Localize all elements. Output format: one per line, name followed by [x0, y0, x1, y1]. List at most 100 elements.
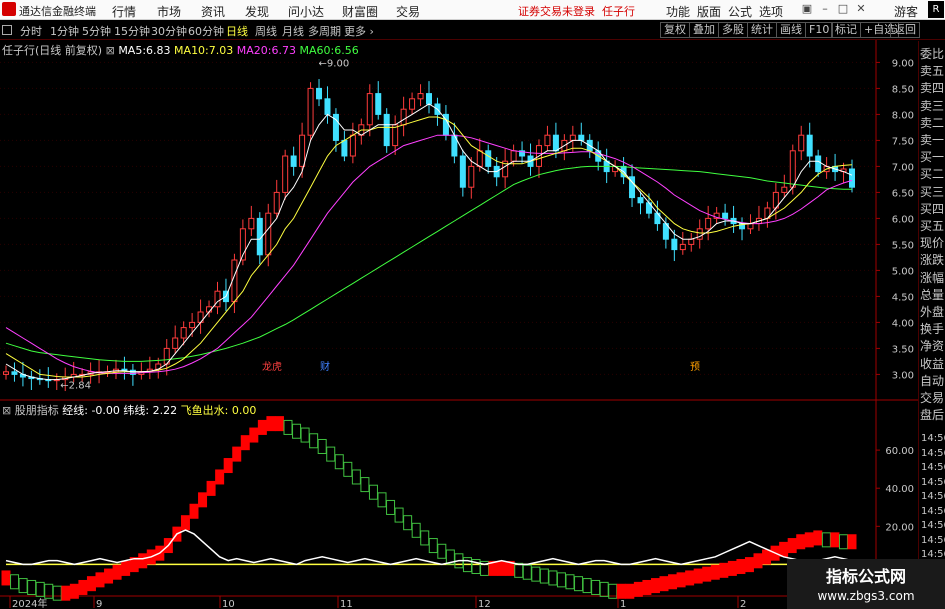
jingxian-box — [616, 583, 626, 599]
quote-label: 买二 — [920, 167, 945, 182]
candle-body — [510, 150, 517, 162]
period-weekly[interactable]: 周线 — [255, 23, 277, 39]
menu-banmian[interactable]: 版面 — [697, 3, 721, 20]
jingxian-box — [821, 532, 831, 548]
btn-f10[interactable]: F10 — [805, 22, 834, 38]
jingxian-box — [360, 477, 370, 493]
chart-title: 任子行(日线 前复权) — [2, 44, 103, 57]
btn-tongji[interactable]: 统计 — [747, 22, 777, 38]
menu-hangqing[interactable]: 行情 — [112, 3, 136, 20]
period-60min[interactable]: 60分钟 — [188, 23, 224, 39]
quote-label: 卖一 — [920, 133, 945, 147]
menu-gongshi[interactable]: 公式 — [728, 3, 752, 20]
period-monthly[interactable]: 月线 — [282, 23, 304, 39]
main-chart-legend: 任子行(日线 前复权) ⊠ MA5:6.83 MA10:7.03 MA20:6.… — [2, 42, 359, 58]
candle-body — [307, 87, 314, 136]
price-tick-label: 5.00 — [892, 266, 914, 277]
candle-body — [189, 321, 196, 329]
jingxian-box — [138, 553, 148, 569]
jingxian-box — [232, 446, 242, 462]
trade-time: 14:56 — [921, 520, 945, 531]
login-notice[interactable]: 证券交易未登录 任子行 — [518, 3, 635, 19]
candle-body — [366, 93, 373, 126]
btn-duogu[interactable]: 多股 — [718, 22, 748, 38]
candle-body — [375, 93, 382, 115]
jingxian-box — [642, 579, 652, 595]
guest-label[interactable]: 游客 — [894, 3, 918, 20]
menu-zixun[interactable]: 资讯 — [201, 3, 225, 20]
menu-jiaoyi[interactable]: 交易 — [396, 3, 420, 20]
time-tick-label: 2 — [740, 599, 746, 609]
jingxian-box — [309, 433, 319, 449]
chart-axes: 9.00 8.50 8.00 7.50 7.00 6.50 6.00 5.50 5.00 4.50… — [0, 40, 918, 609]
candle-body — [468, 165, 475, 188]
minimize-icon[interactable]: – — [818, 2, 832, 16]
period-1min[interactable]: 1分钟 — [50, 23, 79, 39]
candle-body — [806, 134, 813, 157]
candle-body — [341, 139, 348, 157]
menu-wenxiaoda[interactable]: 问小达 — [288, 3, 324, 20]
chart-area[interactable]: 9.00 8.50 8.00 7.50 7.00 6.50 6.00 5.50 5.00 4.50… — [0, 40, 918, 609]
jingxian-box — [377, 492, 387, 508]
time-tick-label: 9 — [96, 599, 102, 609]
jingxian-box — [753, 553, 763, 569]
candle-body — [316, 87, 323, 100]
menu-faxian[interactable]: 发现 — [245, 3, 269, 20]
btn-huaxian[interactable]: 画线 — [776, 22, 806, 38]
candle-body — [426, 93, 432, 105]
maximize-icon[interactable]: □ — [836, 2, 850, 16]
jingxian-box — [223, 458, 233, 474]
btn-fuquan[interactable]: 复权 — [660, 22, 690, 38]
menu-gongneng[interactable]: 功能 — [666, 3, 690, 20]
indicator-toggle-icon[interactable]: ⊠ — [2, 404, 11, 417]
quote-label: 收益 — [920, 356, 945, 371]
menu-caifuquan[interactable]: 财富圈 — [342, 3, 378, 20]
quote-label: 卖五 — [920, 64, 945, 79]
jingxian-box — [702, 566, 712, 582]
quote-label: 涨跌 — [920, 253, 945, 268]
jingxian-box — [779, 541, 789, 557]
close-icon[interactable]: ✕ — [854, 2, 868, 16]
period-daily[interactable]: 日线 — [226, 23, 248, 39]
quote-label: 自动 — [920, 373, 945, 388]
quote-label: 现价 — [920, 236, 945, 251]
watermark: 指标公式网 www.zbgs3.com — [787, 559, 945, 609]
period-multi[interactable]: 多周期 — [308, 23, 341, 39]
jingxian-box — [710, 564, 720, 580]
candle-body — [11, 371, 18, 375]
jingxian-box — [556, 572, 566, 588]
jingxian-box — [599, 581, 609, 597]
ma-toggle-icon[interactable]: ⊠ — [106, 44, 115, 57]
jingxian-box — [215, 469, 225, 485]
indicator-name[interactable]: 股朋指标 — [15, 404, 59, 417]
period-5min[interactable]: 5分钟 — [82, 23, 111, 39]
menu-xuanxiang[interactable]: 选项 — [759, 3, 783, 20]
jingxian-box — [112, 564, 122, 580]
watermark-title: 指标公式网 — [825, 567, 906, 586]
period-fenshi[interactable]: 分时 — [20, 23, 42, 39]
jingxian-box — [497, 560, 507, 576]
btn-biaoji[interactable]: 标记 — [831, 22, 861, 38]
time-tick-label: 2024年 — [12, 597, 47, 609]
menu-shichang[interactable]: 市场 — [157, 3, 181, 20]
time-tick-label: 11 — [340, 599, 353, 609]
btn-diejia[interactable]: 叠加 — [689, 22, 719, 38]
btn-back[interactable]: 返回 — [890, 22, 920, 38]
candle-body — [273, 191, 280, 214]
candle-body — [569, 134, 576, 141]
candle-body — [392, 124, 399, 147]
jingxian-box — [548, 570, 558, 586]
period-15min[interactable]: 15分钟 — [114, 23, 150, 39]
jingxian-box — [394, 507, 404, 523]
price-tick-label: 9.00 — [892, 58, 914, 69]
weixian-legend: 纬线: 2.22 — [123, 404, 178, 417]
window-skin-icon[interactable]: ▣ — [800, 2, 814, 16]
candle-body — [400, 108, 407, 126]
trade-time: 14:56 — [921, 462, 945, 473]
period-more[interactable]: 更多 › — [344, 23, 374, 39]
grid-icon[interactable] — [2, 25, 12, 35]
jingxian-box — [847, 534, 857, 550]
jingxian-box — [1, 570, 11, 586]
jingxian-box — [249, 427, 259, 443]
period-30min[interactable]: 30分钟 — [151, 23, 187, 39]
